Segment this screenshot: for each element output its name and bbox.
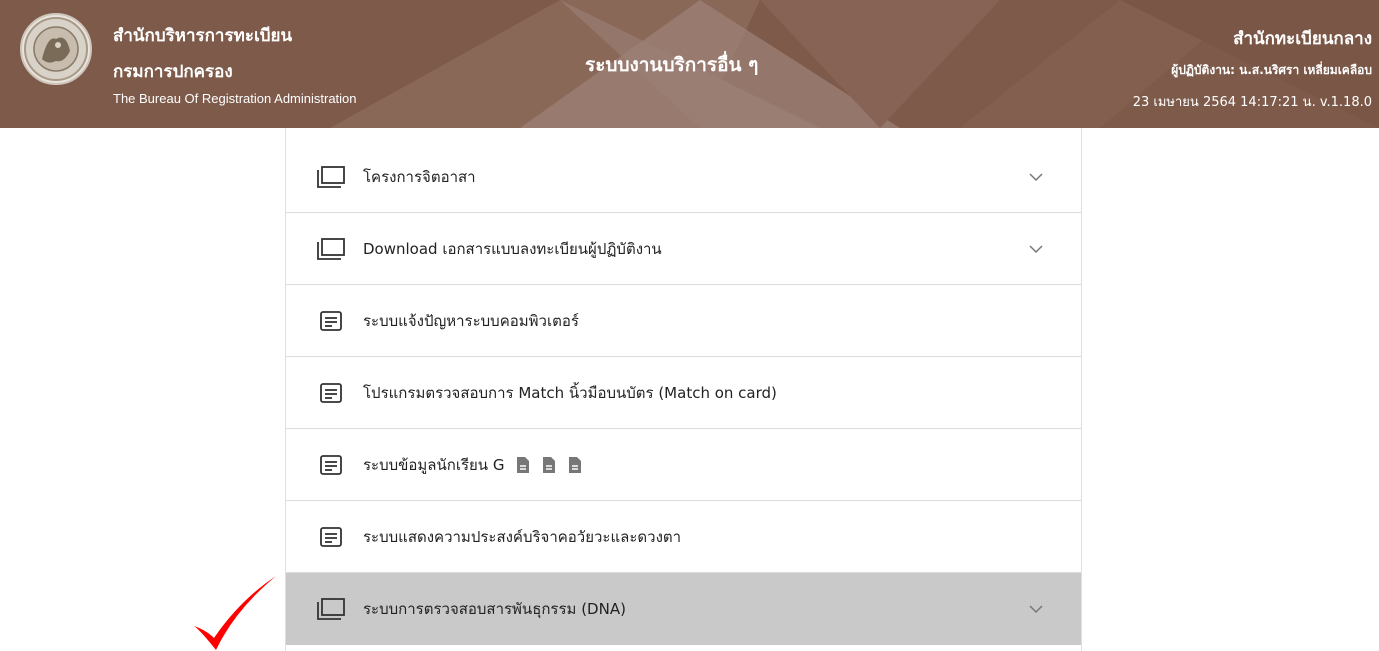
page-title: ระบบงานบริการอื่น ๆ bbox=[585, 54, 759, 76]
org-name-line2: กรมการปกครอง bbox=[113, 62, 233, 82]
menu-item-organ-donation[interactable]: ระบบแสดงความประสงค์บริจาคอวัยวะและดวงตา bbox=[286, 501, 1081, 573]
folder-icon bbox=[315, 595, 347, 623]
file-icon[interactable] bbox=[542, 456, 556, 474]
menu-item-label-group: ระบบข้อมูลนักเรียน G bbox=[363, 453, 582, 477]
menu-item-label: ระบบการตรวจสอบสารพันธุกรรม (DNA) bbox=[363, 600, 626, 618]
agency-seal-logo bbox=[20, 13, 92, 85]
org-name-english: The Bureau Of Registration Administratio… bbox=[113, 91, 357, 106]
menu-item-report-problem[interactable]: ระบบแจ้งปัญหาระบบคอมพิวเตอร์ bbox=[286, 285, 1081, 357]
operator-name: ผู้ปฏิบัติงาน: น.ส.นริศรา เหลี่ยมเคลือบ bbox=[1171, 63, 1372, 77]
menu-item-student-data[interactable]: ระบบข้อมูลนักเรียน G bbox=[286, 429, 1081, 501]
menu-item-label: ระบบข้อมูลนักเรียน G bbox=[363, 455, 505, 474]
document-list-icon bbox=[315, 307, 347, 335]
menu-item-label: โปรแกรมตรวจสอบการ Match นิ้วมือบนบัตร (M… bbox=[363, 383, 777, 402]
document-list-icon bbox=[315, 379, 347, 407]
menu-item-label: โครงการจิตอาสา bbox=[363, 167, 476, 186]
file-icon[interactable] bbox=[516, 456, 530, 474]
menu-item-volunteer[interactable]: โครงการจิตอาสา bbox=[286, 128, 1081, 213]
menu-item-download-forms[interactable]: Download เอกสารแบบลงทะเบียนผู้ปฏิบัติงาน bbox=[286, 213, 1081, 285]
menu-item-label: Download เอกสารแบบลงทะเบียนผู้ปฏิบัติงาน bbox=[363, 239, 662, 258]
chevron-down-icon[interactable] bbox=[1029, 604, 1043, 614]
datetime-version: 23 เมษายน 2564 14:17:21 น. v.1.18.0 bbox=[1132, 95, 1372, 110]
menu-item-label: ระบบแจ้งปัญหาระบบคอมพิวเตอร์ bbox=[363, 311, 579, 330]
checkmark-icon bbox=[194, 576, 276, 650]
office-name: สำนักทะเบียนกลาง bbox=[1233, 29, 1372, 49]
folder-icon bbox=[315, 235, 347, 263]
menu-item-label: ระบบแสดงความประสงค์บริจาคอวัยวะและดวงตา bbox=[363, 527, 682, 546]
service-menu-list: โครงการจิตอาสา Download เอกสารแบบลงทะเบี… bbox=[285, 128, 1082, 651]
chevron-down-icon[interactable] bbox=[1029, 244, 1043, 254]
menu-item-dna-check[interactable]: ระบบการตรวจสอบสารพันธุกรรม (DNA) bbox=[286, 573, 1081, 645]
file-icon[interactable] bbox=[568, 456, 582, 474]
org-name-line1: สำนักบริหารการทะเบียน bbox=[113, 26, 293, 46]
document-list-icon bbox=[315, 451, 347, 479]
folder-icon bbox=[315, 163, 347, 191]
menu-item-match-on-card[interactable]: โปรแกรมตรวจสอบการ Match นิ้วมือบนบัตร (M… bbox=[286, 357, 1081, 429]
document-list-icon bbox=[315, 523, 347, 551]
app-header: สำนักบริหารการทะเบียน กรมการปกครอง The B… bbox=[0, 0, 1379, 128]
chevron-down-icon[interactable] bbox=[1029, 172, 1043, 182]
